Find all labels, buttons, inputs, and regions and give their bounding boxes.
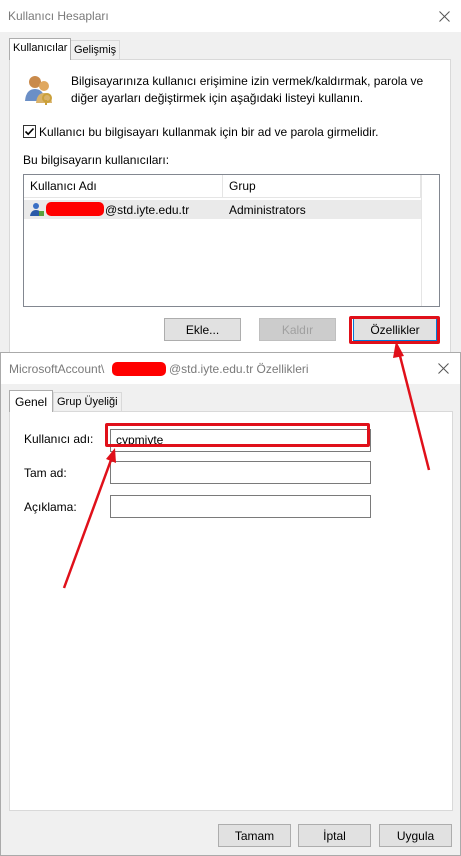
users-tab-panel: Bilgisayarınıza kullanıcı erişimine izin… [9,59,451,352]
fullname-label: Tam ad: [24,466,67,480]
intro-text-line2: diğer ayarları değiştirmek için aşağıdak… [71,91,364,105]
user-account-icon [30,203,44,216]
properties-title-suffix: @std.iyte.edu.tr Özellikleri [169,362,309,376]
user-accounts-window: Kullanıcı Hesapları Kullanıcılar Gelişmi… [0,0,461,352]
redacted-username-block [46,202,104,216]
properties-titlebar: MicrosoftAccount\ @std.iyte.edu.tr Özell… [1,353,460,384]
apply-button-label: Uygula [396,828,435,843]
tab-users-label: Kullanıcılar [13,42,68,54]
checkmark-icon [24,127,35,136]
remove-button[interactable]: Kaldır [259,318,336,341]
column-header-username[interactable]: Kullanıcı Adı [24,175,223,197]
listview-header: Kullanıcı Adı Grup [24,175,421,198]
general-tab-panel: Kullanıcı adı: cypmiyte Tam ad: Açıklama… [9,411,453,811]
user-accounts-title: Kullanıcı Hesapları [8,9,109,23]
password-required-label[interactable]: Kullanıcı bu bilgisayarı kullanmak için … [39,125,379,139]
remove-button-label: Kaldır [281,322,314,337]
redacted-title-block [112,362,166,376]
tab-users[interactable]: Kullanıcılar [9,38,72,60]
fullname-field[interactable] [110,461,371,484]
annotation-box-properties [349,316,440,344]
close-button[interactable] [427,0,461,32]
description-field[interactable] [110,495,371,518]
column-username-label: Kullanıcı Adı [30,179,97,193]
tab-group-membership[interactable]: Grup Üyeliği [53,392,122,412]
vertical-scrollbar[interactable] [421,175,439,306]
tab-general-label: Genel [15,395,48,409]
cancel-button[interactable]: İptal [298,824,371,847]
username-suffix: @std.iyte.edu.tr [105,203,190,217]
annotation-box-username [105,423,370,447]
tab-group-membership-label: Grup Üyeliği [57,396,118,408]
description-label: Açıklama: [24,500,77,514]
column-header-group[interactable]: Grup [223,175,421,197]
users-list-label: Bu bilgisayarın kullanıcıları: [23,153,170,167]
add-button-label: Ekle... [185,322,220,337]
ok-button-label: Tamam [234,828,275,843]
intro-text-line1: Bilgisayarınıza kullanıcı erişimine izin… [71,74,424,88]
users-listview[interactable]: Kullanıcı Adı Grup @std.iyte.edu.tr Admi… [23,174,440,307]
tab-advanced-label: Gelişmiş [74,44,117,56]
column-group-label: Grup [229,179,256,193]
tab-advanced[interactable]: Gelişmiş [70,40,121,60]
users-icon [25,76,52,105]
close-icon [438,10,450,22]
close-icon [437,363,449,374]
tab-general[interactable]: Genel [9,390,54,412]
add-button[interactable]: Ekle... [164,318,241,341]
apply-button[interactable]: Uygula [379,824,452,847]
password-required-checkbox[interactable] [23,125,36,138]
cancel-button-label: İptal [323,828,346,843]
close-button[interactable] [426,353,460,384]
username-label: Kullanıcı adı: [24,432,94,446]
user-group-value: Administrators [229,203,306,217]
properties-title-prefix: MicrosoftAccount\ [9,362,105,376]
ok-button[interactable]: Tamam [218,824,291,847]
table-row[interactable]: @std.iyte.edu.tr Administrators [24,200,421,219]
user-accounts-titlebar: Kullanıcı Hesapları [0,0,461,32]
